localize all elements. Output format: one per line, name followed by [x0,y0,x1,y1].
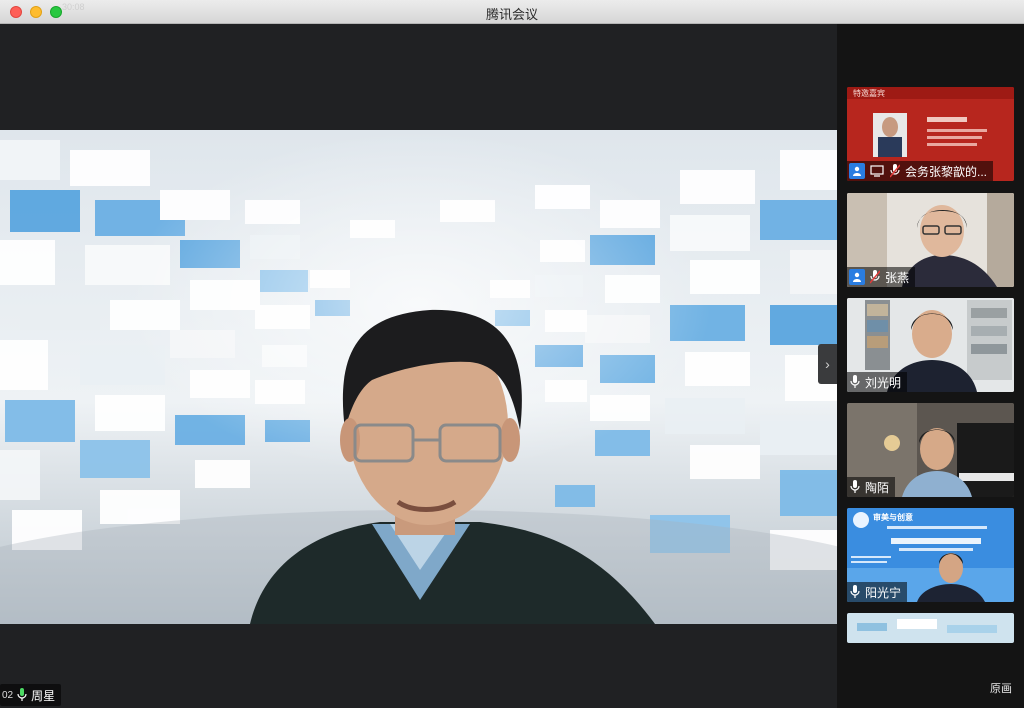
participant-name: 阳光宁 [865,585,902,600]
participant-name: 张燕 [885,270,910,285]
original-quality-button[interactable]: 原画 [990,680,1012,696]
user-icon [849,163,865,179]
participant-name: 陶陌 [865,480,890,495]
main-speaker-video[interactable] [0,130,837,624]
participant-tile[interactable]: 陶陌 [847,403,1014,497]
participant-panel: 特邀嘉宾 会务张黎歆的... 张燕 刘光明 陶陌 审美与创意 阳光宁 原画 [837,24,1024,708]
window-title: 腾讯会议 [485,7,538,22]
participant-label: 会务张黎歆的... [847,161,994,181]
screen-share-icon [869,163,885,179]
timer-prefix: 02 [2,689,14,701]
participant-label: 刘光明 [847,372,908,392]
mic-icon [849,584,861,600]
mic-muted-icon [869,269,881,285]
slide-header: 特邀嘉宾 [853,89,885,98]
mic-icon [849,374,861,390]
participant-tile-screen-share[interactable]: 特邀嘉宾 会务张黎歆的... [847,87,1014,181]
user-icon [849,269,865,285]
participant-tile[interactable]: 张燕 [847,193,1014,287]
chevron-right-icon: › [825,356,830,372]
participant-label: 阳光宁 [847,582,908,602]
virtual-background [0,130,837,624]
participant-name: 刘光明 [865,375,902,390]
collapse-panel-button[interactable]: › [818,344,837,384]
mic-icon [16,687,28,703]
mic-icon [849,479,861,495]
participant-tile[interactable]: 审美与创意 阳光宁 [847,508,1014,602]
speaker-name: 周星 [31,688,56,703]
poster-title: 审美与创意 [873,513,913,522]
participant-name: 会务张黎歆的... [905,164,988,179]
main-speaker-tag: 02 周星 [0,684,62,706]
participant-video [847,613,1014,643]
participant-label: 陶陌 [847,477,896,497]
participant-label: 张燕 [847,267,916,287]
mic-muted-icon [889,163,901,179]
main-stage: 02 周星 [0,24,837,708]
title-bar: 30:08 腾讯会议 [0,0,1024,24]
participant-tile-partial[interactable] [847,613,1014,643]
participant-tile[interactable]: 刘光明 [847,298,1014,392]
